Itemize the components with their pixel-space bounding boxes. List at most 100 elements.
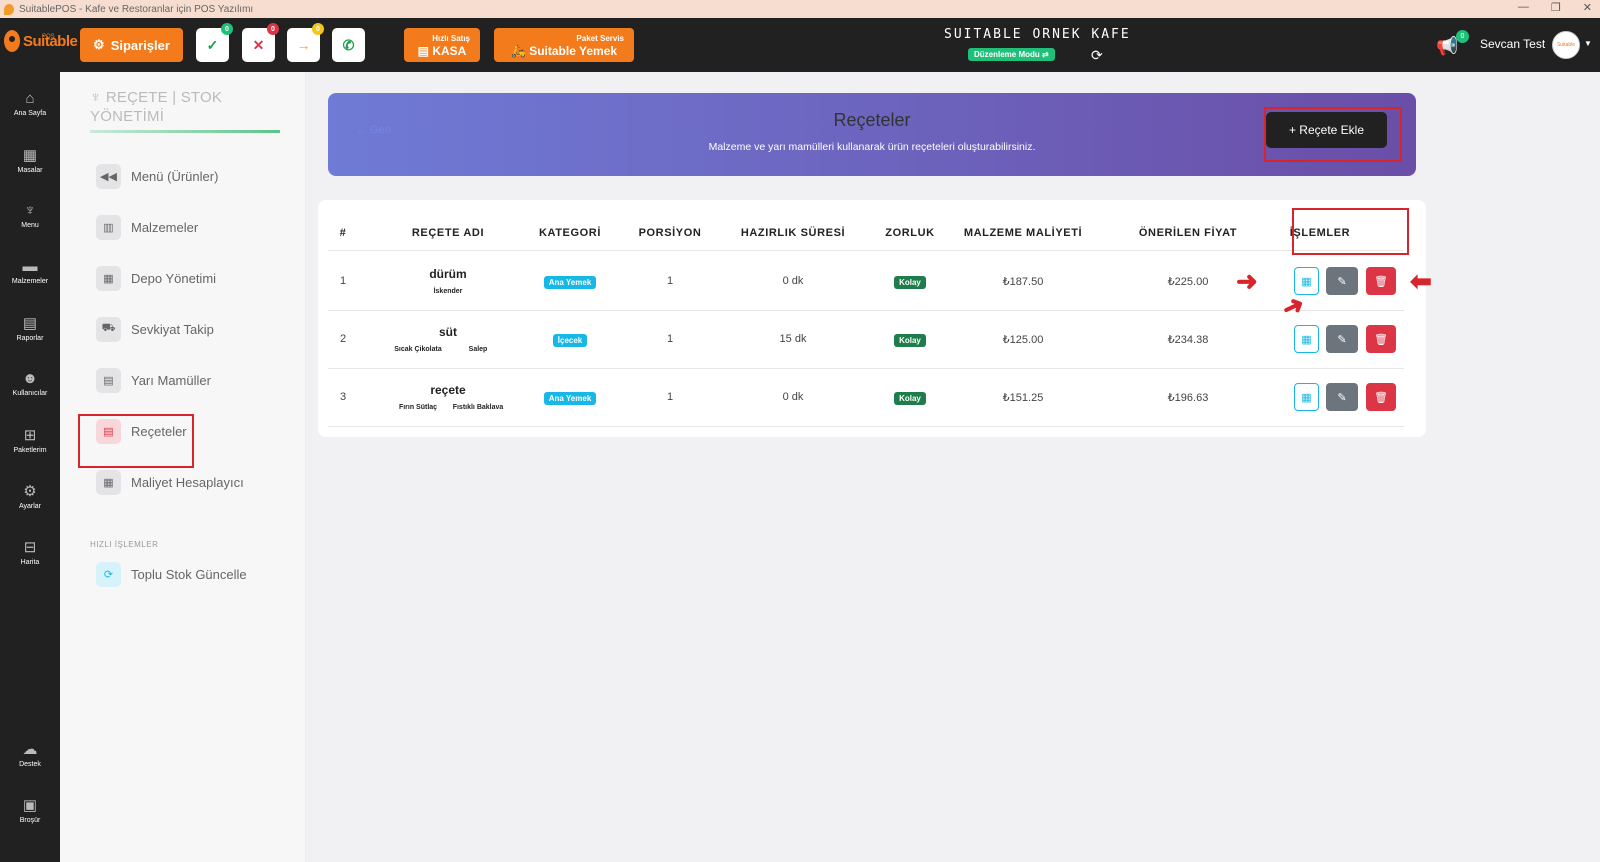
rail-label: Masalar bbox=[17, 167, 43, 174]
sidebar-item-label: Sevkiyat Takip bbox=[131, 321, 214, 337]
add-recipe-button[interactable]: + Reçete Ekle bbox=[1266, 112, 1387, 148]
rail-label: Broşür bbox=[19, 817, 41, 824]
rail-item-5[interactable]: ☻ Kullanıcılar bbox=[0, 370, 60, 397]
status-icon: → bbox=[296, 37, 311, 53]
sidebar-item-icon: ⛟ bbox=[96, 316, 121, 342]
user-name[interactable]: Sevcan Test bbox=[1480, 37, 1545, 51]
sidebar-item-6[interactable]: ▦ Maliyet Hesaplayıcı bbox=[96, 468, 244, 496]
rail-item-10[interactable]: ▣ Broşür bbox=[0, 796, 60, 824]
portion-cell: 1 bbox=[666, 391, 674, 403]
category-cell: İçecek bbox=[530, 330, 610, 348]
delete-button[interactable]: 🗑 bbox=[1366, 325, 1396, 353]
delivery-label: 🛵 Suitable Yemek bbox=[510, 44, 618, 58]
quick-sale-button[interactable]: Hızlı Satış ▤ KASA bbox=[404, 28, 480, 62]
rail-icon: ☻ bbox=[22, 370, 38, 387]
order-status-button-3[interactable]: → 0 bbox=[287, 23, 324, 62]
row-number: 1 bbox=[339, 275, 347, 287]
quick-item-stock-update[interactable]: ⟳ Toplu Stok Güncelle bbox=[96, 560, 247, 588]
annotation-arrow-left: ⬅ bbox=[1410, 266, 1432, 296]
recipe-name[interactable]: dürüm bbox=[378, 267, 518, 281]
notification-count-badge: 0 bbox=[1456, 30, 1469, 43]
delivery-button[interactable]: Paket Servis 🛵 Suitable Yemek bbox=[494, 28, 634, 62]
edit-icon: ✎ bbox=[1337, 333, 1347, 346]
recipe-name[interactable]: reçete bbox=[378, 383, 518, 397]
sidebar-item-icon: ▦ bbox=[96, 469, 121, 495]
rail-item-6[interactable]: ⊞ Paketlerim bbox=[0, 426, 60, 454]
rail-icon: ▣ bbox=[22, 797, 38, 814]
sidebar-item-icon: ▤ bbox=[96, 367, 121, 393]
portion-cell: 1 bbox=[666, 333, 674, 345]
price-cell: ₺234.38 bbox=[1167, 334, 1209, 346]
rail-item-8[interactable]: ⊟ Harita bbox=[0, 538, 60, 566]
rail-item-2[interactable]: ♆ Menu bbox=[0, 202, 60, 229]
sidebar-item-1[interactable]: ▥ Malzemeler bbox=[96, 213, 198, 241]
sidebar-item-0[interactable]: ◀◀ Menü (Ürünler) bbox=[96, 162, 218, 190]
sidebar-item-5[interactable]: ▤ Reçeteler bbox=[96, 417, 187, 445]
rail-item-0[interactable]: ⌂ Ana Sayfa bbox=[0, 90, 60, 117]
order-status-button-4[interactable]: ✆ bbox=[332, 28, 365, 62]
refresh-icon[interactable]: ⟳ bbox=[1091, 47, 1103, 64]
brand-logo[interactable]: Suitable bbox=[4, 30, 78, 52]
cost-cell: ₺125.00 bbox=[1002, 334, 1044, 346]
rail-label: Paketlerim bbox=[13, 447, 47, 454]
chevron-down-icon[interactable]: ▼ bbox=[1584, 39, 1592, 48]
trash-icon: 🗑 bbox=[1374, 391, 1388, 404]
column-header-8: İŞLEMLER bbox=[1289, 227, 1351, 239]
trash-icon: 🗑 bbox=[1374, 275, 1388, 288]
rail-icon: ⊟ bbox=[23, 539, 37, 556]
delete-button[interactable]: 🗑 bbox=[1366, 383, 1396, 411]
logo-pin-icon bbox=[4, 30, 20, 52]
rail-item-3[interactable]: ▬ Malzemeler bbox=[0, 258, 60, 285]
cost-cell: ₺187.50 bbox=[1002, 276, 1044, 288]
column-header-3: PORSİYON bbox=[638, 227, 702, 239]
rail-label: Harita bbox=[20, 559, 40, 566]
window-controls: — ❐ ✕ bbox=[1518, 1, 1592, 14]
window-titlebar: SuitablePOS - Kafe ve Restoranlar için P… bbox=[0, 0, 1600, 18]
status-count-badge: 0 bbox=[267, 23, 279, 35]
edit-button[interactable]: ✎ bbox=[1326, 325, 1358, 353]
restore-icon[interactable]: ❐ bbox=[1551, 1, 1561, 14]
edit-mode-badge[interactable]: Düzenleme Modu ⇄ bbox=[968, 48, 1055, 61]
order-status-button-1[interactable]: ✓ 0 bbox=[196, 23, 233, 62]
calculator-button[interactable]: ▦ bbox=[1294, 383, 1319, 411]
rail-item-4[interactable]: ▤ Raporlar bbox=[0, 314, 60, 342]
rail-item-9[interactable]: ☁ Destek bbox=[0, 740, 60, 768]
minimize-icon[interactable]: — bbox=[1518, 1, 1529, 14]
rail-icon: ▦ bbox=[22, 147, 38, 164]
icon-rail: ⌂ Ana Sayfa ▦ Masalar ♆ Menu ▬ Malzemeler ▤ Rapor… bbox=[0, 72, 60, 862]
megaphone-icon[interactable]: 📢 bbox=[1436, 36, 1458, 57]
close-icon[interactable]: ✕ bbox=[1583, 1, 1592, 14]
portion-cell: 1 bbox=[666, 275, 674, 287]
rail-label: Ana Sayfa bbox=[13, 110, 47, 117]
orders-button-label: Siparişler bbox=[110, 37, 170, 53]
calculator-icon: ▦ bbox=[1301, 391, 1312, 404]
prep-time-cell: 0 dk bbox=[782, 391, 804, 403]
rail-item-1[interactable]: ▦ Masalar bbox=[0, 146, 60, 174]
gears-icon: ⚙ bbox=[93, 37, 105, 52]
avatar[interactable]: Suitable bbox=[1552, 31, 1580, 59]
orders-button[interactable]: ⚙ Siparişler bbox=[80, 28, 183, 62]
app-icon bbox=[4, 3, 14, 15]
order-status-button-2[interactable]: ✕ 0 bbox=[242, 23, 279, 62]
sidebar-item-label: Reçeteler bbox=[131, 423, 187, 439]
column-header-1: REÇETE ADI bbox=[411, 227, 485, 239]
sidebar-item-3[interactable]: ⛟ Sevkiyat Takip bbox=[96, 315, 214, 343]
sidebar-item-label: Yarı Mamüller bbox=[131, 372, 211, 388]
edit-button[interactable]: ✎ bbox=[1326, 383, 1358, 411]
delete-button[interactable]: 🗑 bbox=[1366, 267, 1396, 295]
rail-item-7[interactable]: ⚙ Ayarlar bbox=[0, 482, 60, 510]
edit-button[interactable]: ✎ bbox=[1326, 267, 1358, 295]
recipe-name[interactable]: süt bbox=[378, 325, 518, 339]
edit-icon: ✎ bbox=[1337, 275, 1347, 288]
status-icon: ✓ bbox=[206, 36, 219, 53]
sidebar-item-2[interactable]: ▦ Depo Yönetimi bbox=[96, 264, 216, 292]
top-navbar: Suitable POS ⚙ Siparişler Hızlı Satış ▤ … bbox=[0, 18, 1600, 72]
sidebar-item-label: Malzemeler bbox=[131, 219, 199, 235]
sidebar-item-4[interactable]: ▤ Yarı Mamüller bbox=[96, 366, 211, 394]
rail-label: Raporlar bbox=[16, 335, 44, 342]
calculator-button[interactable]: ▦ bbox=[1294, 325, 1319, 353]
sidebar-item-icon: ◀◀ bbox=[96, 163, 121, 189]
sidebar-item-label: Depo Yönetimi bbox=[131, 270, 217, 286]
category-badge: Ana Yemek bbox=[543, 392, 597, 405]
rail-label: Menu bbox=[21, 222, 39, 229]
